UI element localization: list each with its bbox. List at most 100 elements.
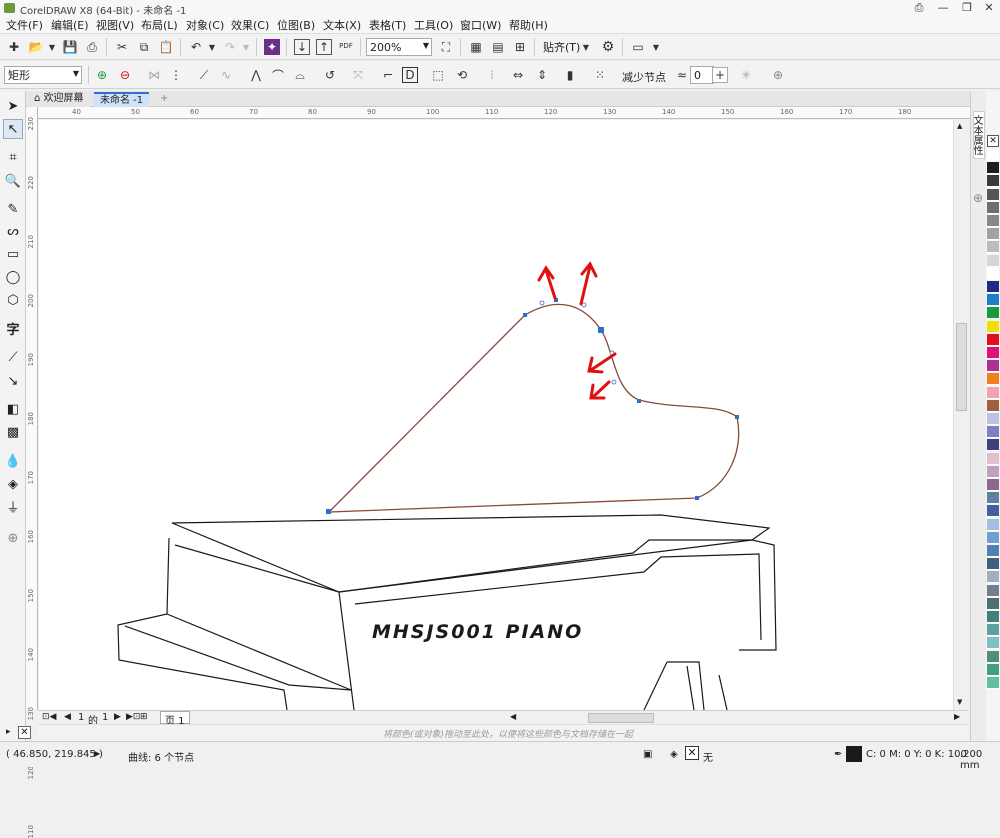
undo-dropdown-icon[interactable]: ▼ xyxy=(204,39,220,55)
docker-text-properties-tab[interactable]: 文本属性 xyxy=(971,111,985,159)
control-handle[interactable] xyxy=(539,300,545,306)
open-icon[interactable]: 📂 xyxy=(28,39,44,55)
smoothness-input[interactable]: 0 xyxy=(690,66,714,84)
previous-page-icon[interactable]: ◀ xyxy=(64,712,71,722)
palette-swatch[interactable] xyxy=(987,307,999,320)
palette-swatch[interactable] xyxy=(987,201,999,214)
publish-pdf-icon[interactable]: PDF xyxy=(338,38,354,54)
menu-edit[interactable]: 编辑(E) xyxy=(51,17,89,33)
palette-swatch[interactable] xyxy=(987,241,999,254)
palette-swatch[interactable] xyxy=(987,175,999,188)
palette-swatch[interactable] xyxy=(987,347,999,359)
full-screen-icon[interactable]: ⛶ xyxy=(438,39,454,55)
palette-swatch[interactable] xyxy=(987,413,999,425)
palette-swatch[interactable] xyxy=(987,479,999,491)
smoothness-plus-icon[interactable]: + xyxy=(712,67,728,83)
close-curve-icon[interactable]: ⌐ xyxy=(380,67,396,83)
zoom-tool-icon[interactable]: 🔍 xyxy=(3,171,23,191)
palette-swatch[interactable] xyxy=(987,399,999,412)
piano-leg-far[interactable] xyxy=(718,674,728,710)
interactive-fill-icon[interactable]: ◈ xyxy=(3,474,23,494)
vertical-ruler[interactable]: 230 220 210 200 190 180 170 160 150 140 130 120 110 xyxy=(26,107,38,838)
outline-color-swatch[interactable] xyxy=(846,746,862,762)
palette-swatch[interactable] xyxy=(987,426,999,439)
palette-swatch[interactable] xyxy=(987,663,999,676)
horizontal-ruler[interactable]: 40 50 60 70 80 90 100 110 120 130 140 150 160 170 180 xyxy=(38,107,971,119)
palette-swatch[interactable] xyxy=(987,439,999,452)
artistic-media-icon[interactable]: ᔕ xyxy=(3,221,23,241)
drawing-canvas[interactable]: MHSJS001 PIANO xyxy=(39,120,953,710)
eyedropper-tool-icon[interactable]: 💧 xyxy=(3,451,23,471)
palette-swatch[interactable] xyxy=(987,360,999,373)
polygon-tool-icon[interactable]: ⬡ xyxy=(3,290,23,310)
palette-swatch[interactable] xyxy=(987,452,999,465)
palette-swatch[interactable] xyxy=(987,558,999,571)
delete-node-icon[interactable]: ⊖ xyxy=(117,67,133,83)
snap-to-menu[interactable]: 贴齐(T) xyxy=(543,39,580,55)
no-color-swatch-icon[interactable]: ✕ xyxy=(987,135,999,147)
piano-keybed[interactable] xyxy=(166,613,352,691)
mirror-horizontal-icon[interactable]: ⇔ xyxy=(510,67,526,83)
scroll-down-icon[interactable]: ▼ xyxy=(957,698,962,706)
save-icon[interactable]: 💾 xyxy=(62,39,78,55)
add-page-icon[interactable]: ⊞ xyxy=(140,712,148,722)
palette-swatch[interactable] xyxy=(987,584,999,597)
help-window-button[interactable]: ⎙ xyxy=(906,0,932,16)
palette-swatch[interactable] xyxy=(987,492,999,505)
minimize-button[interactable]: — xyxy=(930,0,956,16)
connector-tool-icon[interactable]: ↘ xyxy=(3,371,23,391)
import-icon[interactable]: ↓ xyxy=(294,39,310,55)
no-color-swatch-icon[interactable]: ✕ xyxy=(18,726,31,739)
extend-curve-icon[interactable]: ⤧ xyxy=(350,67,366,83)
palette-swatch[interactable] xyxy=(987,188,999,201)
next-page-icon[interactable]: ▶ xyxy=(114,712,121,722)
select-all-nodes-icon[interactable]: ⁙ xyxy=(592,67,608,83)
piano-leg-right-inner[interactable] xyxy=(686,665,695,710)
join-nodes-icon[interactable]: ⋈ xyxy=(146,67,162,83)
menu-table[interactable]: 表格(T) xyxy=(369,17,406,33)
reverse-direction-icon[interactable]: ↺ xyxy=(322,67,338,83)
menu-layout[interactable]: 布局(L) xyxy=(141,17,178,33)
scroll-left-icon[interactable]: ◀ xyxy=(510,712,516,721)
tab-untitled-1[interactable]: 未命名 -1 xyxy=(94,92,150,107)
new-tab-plus-icon[interactable]: + xyxy=(154,92,174,107)
undo-icon[interactable]: ↶ xyxy=(188,39,204,55)
open-dropdown-icon[interactable]: ▼ xyxy=(44,39,60,55)
search-content-icon[interactable]: ✦ xyxy=(264,39,280,55)
application-launcher-icon[interactable]: ▭ xyxy=(630,39,646,55)
auto-close-icon[interactable]: D xyxy=(402,67,418,83)
menu-file[interactable]: 文件(F) xyxy=(6,17,43,33)
add-node-icon[interactable]: ⊕ xyxy=(94,67,110,83)
menu-tools[interactable]: 工具(O) xyxy=(414,17,453,33)
palette-swatch[interactable] xyxy=(987,228,999,241)
transparency-tool-icon[interactable]: ▩ xyxy=(3,422,23,442)
grid-icon[interactable]: ▤ xyxy=(490,39,506,55)
palette-swatch[interactable] xyxy=(987,611,999,623)
palette-swatch[interactable] xyxy=(987,294,999,307)
snap-dropdown-icon[interactable]: ▼ xyxy=(578,39,594,55)
piano-top[interactable] xyxy=(171,514,771,593)
palette-swatch[interactable] xyxy=(987,637,999,650)
piano-keybed-inner[interactable] xyxy=(124,625,352,691)
palette-swatch[interactable] xyxy=(987,531,999,544)
piano-brand-text[interactable]: MHSJS001 PIANO xyxy=(372,621,583,643)
rulers-icon[interactable]: ▦ xyxy=(468,39,484,55)
palette-swatch[interactable] xyxy=(987,597,999,610)
status-arrow-icon[interactable]: ▶ xyxy=(94,749,100,758)
palette-swatch[interactable] xyxy=(987,505,999,518)
palette-swatch[interactable] xyxy=(987,162,999,175)
smart-fill-icon[interactable]: ⏚ xyxy=(3,496,23,516)
node[interactable] xyxy=(326,509,331,514)
piano-front-edge[interactable] xyxy=(174,544,355,710)
palette-swatch[interactable] xyxy=(987,373,999,386)
node[interactable] xyxy=(637,399,641,403)
piano-leg-left[interactable] xyxy=(643,661,668,710)
print-icon[interactable]: ⎙ xyxy=(84,39,100,55)
smooth-node-icon[interactable]: ⌒ xyxy=(270,67,286,83)
options-gear-icon[interactable]: ⚙ xyxy=(600,39,616,55)
palette-swatch[interactable] xyxy=(987,333,999,346)
node[interactable] xyxy=(523,313,527,317)
paste-icon[interactable]: 📋 xyxy=(158,39,174,55)
to-line-icon[interactable]: ⟋ xyxy=(196,67,212,83)
crop-tool-icon[interactable]: ⌗ xyxy=(3,147,23,167)
